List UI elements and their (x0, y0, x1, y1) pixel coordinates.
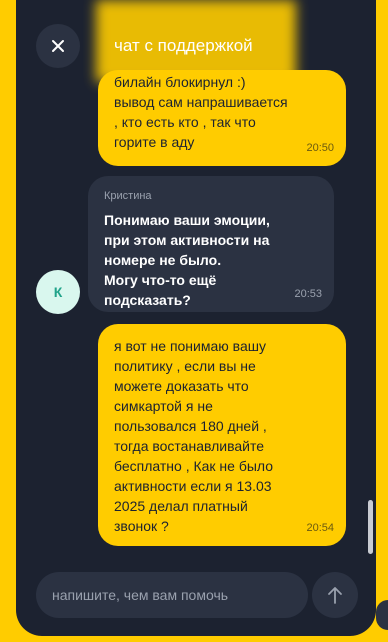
send-button[interactable] (312, 572, 358, 618)
message-text: билайн блокирнул :) вывод сам напрашивае… (114, 74, 288, 150)
operator-message: Кристина Понимаю ваши эмоции, при этом а… (88, 176, 334, 312)
message-input-container[interactable] (36, 572, 308, 618)
message-text: Понимаю ваши эмоции, при этом активности… (104, 212, 270, 308)
user-message: я вот не понимаю вашу политику , если вы… (98, 324, 346, 546)
message-time: 20:53 (294, 288, 322, 300)
operator-name: Кристина (104, 190, 152, 202)
message-input[interactable] (52, 587, 292, 603)
arrow-up-icon (328, 587, 342, 604)
message-time: 20:50 (306, 142, 334, 154)
close-icon (52, 40, 64, 52)
message-text: я вот не понимаю вашу политику , если вы… (114, 338, 274, 534)
chat-window: чат с поддержкой билайн блокирнул :) выв… (16, 0, 376, 636)
close-button[interactable] (36, 24, 80, 68)
scrollbar[interactable] (368, 500, 373, 554)
avatar: К (36, 270, 80, 314)
side-widget (376, 600, 388, 630)
user-message: билайн блокирнул :) вывод сам напрашивае… (98, 70, 346, 166)
message-time: 20:54 (306, 522, 334, 534)
chat-title: чат с поддержкой (114, 36, 253, 55)
